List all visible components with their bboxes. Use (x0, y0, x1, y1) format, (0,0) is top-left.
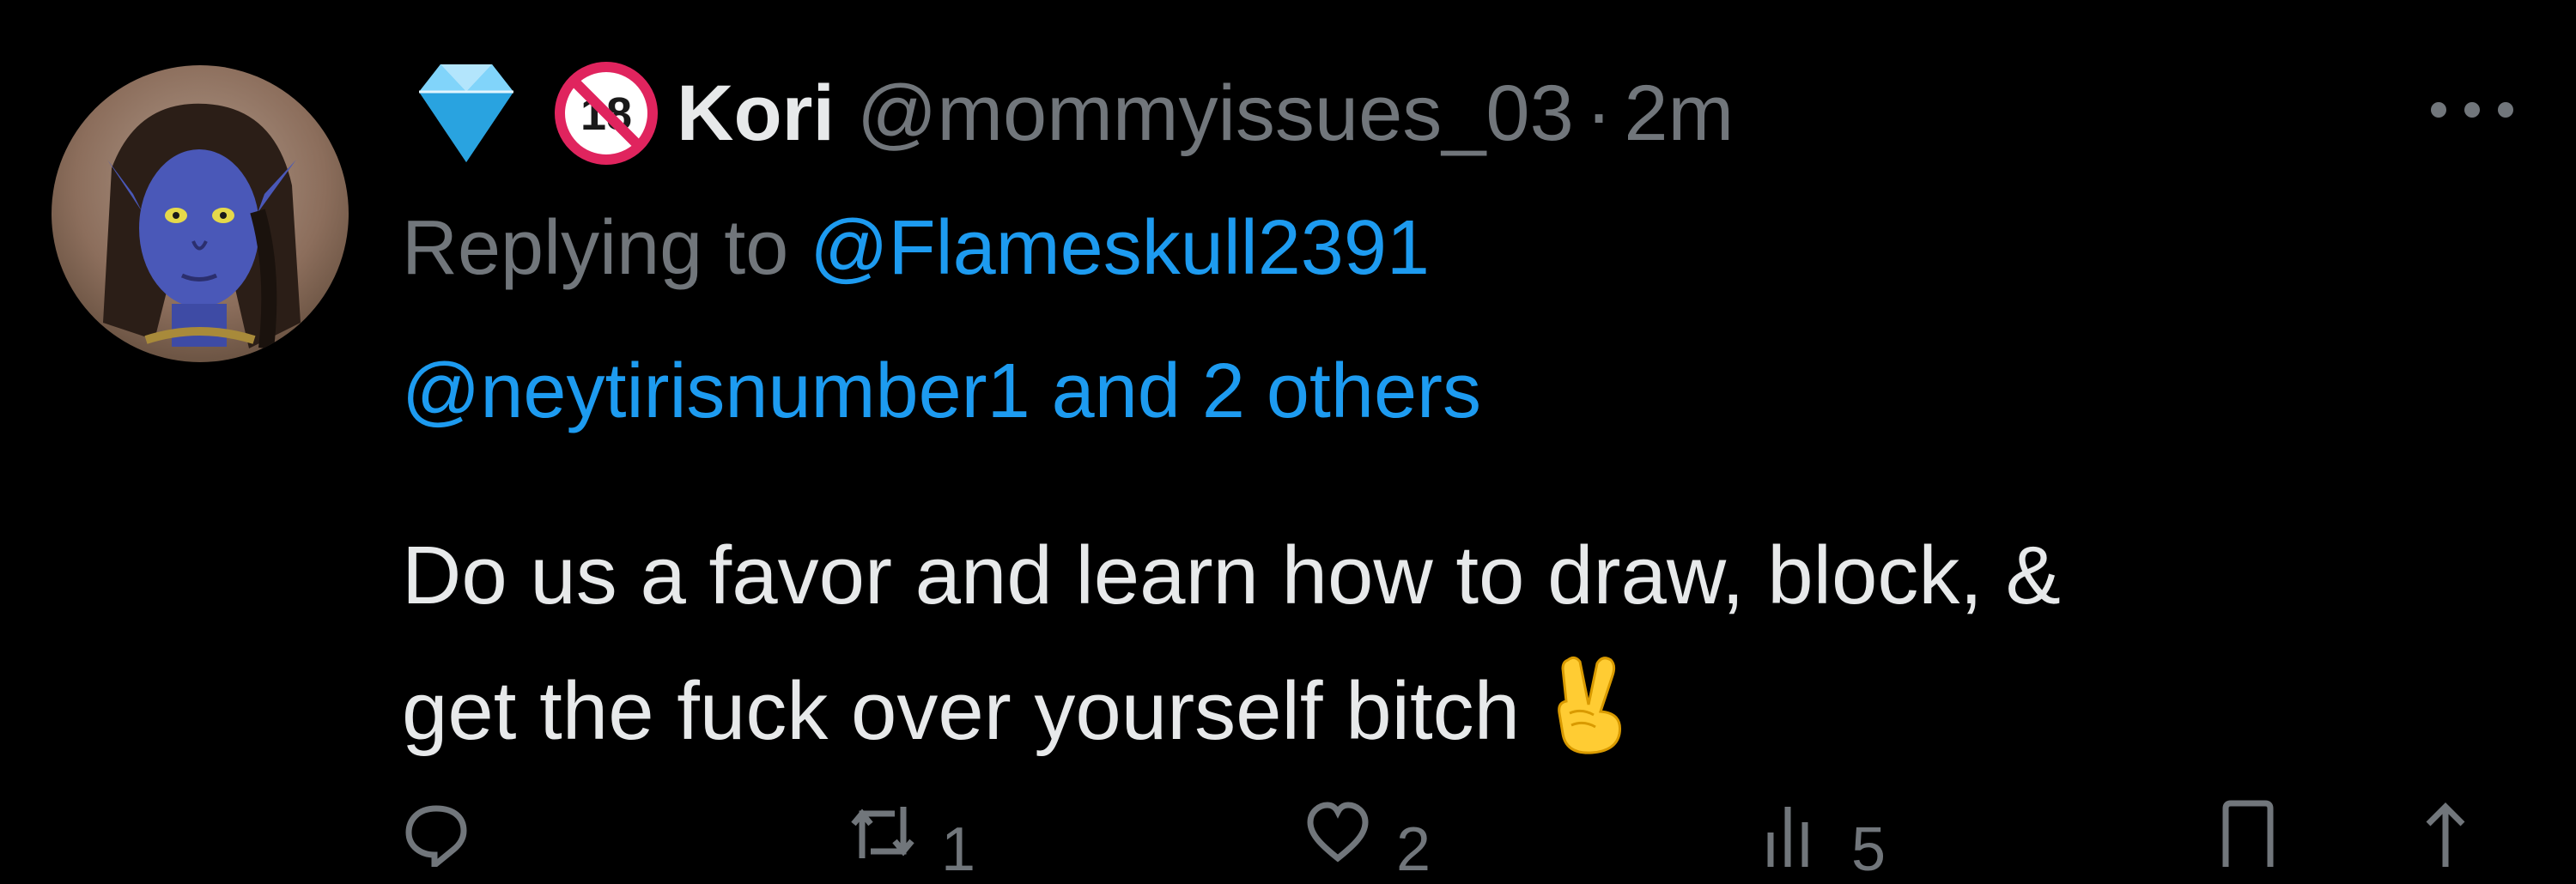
views-count: 5 (1851, 815, 1886, 884)
mention-others-link[interactable]: @neytirisnumber1 and 2 others (402, 348, 1481, 434)
more-options-icon[interactable] (2425, 93, 2519, 127)
bookmark-button[interactable] (2214, 798, 2282, 867)
user-handle[interactable]: @mommyissues_03 (857, 69, 1574, 159)
views-button[interactable]: 5 (1759, 798, 1886, 881)
victory-hand-icon (1544, 651, 1638, 754)
retweet-icon (848, 798, 917, 867)
action-bar: 1 2 5 (402, 798, 2488, 881)
no-under-18-icon: 18 (555, 62, 658, 165)
replying-to-others: @neytirisnumber1 and 2 others (402, 348, 1481, 436)
tweet-text: Do us a favor and learn how to draw, blo… (402, 508, 2480, 779)
timestamp[interactable]: 2m (1624, 69, 1734, 159)
heart-icon (1303, 798, 1372, 867)
reply-icon (402, 798, 471, 867)
tweet-header: 18 Kori @mommyissues_03 · 2m (402, 53, 1734, 173)
tweet-text-line: Do us a favor and learn how to draw, blo… (402, 530, 2061, 621)
like-count: 2 (1396, 815, 1431, 884)
retweet-button[interactable]: 1 (848, 798, 975, 881)
display-name[interactable]: Kori (677, 69, 835, 159)
share-button[interactable] (2411, 798, 2480, 867)
tweet-text-line-content: get the fuck over yourself bitch (402, 665, 1520, 757)
replying-to-line: Replying to @Flameskull2391 (402, 204, 1430, 293)
mention-link[interactable]: @Flameskull2391 (810, 205, 1430, 291)
reply-button[interactable] (402, 798, 495, 867)
replying-to-label: Replying to (402, 205, 789, 291)
separator-dot: · (1585, 69, 1613, 157)
share-icon (2411, 798, 2480, 867)
bookmark-icon (2214, 798, 2282, 867)
avatar[interactable] (52, 65, 349, 362)
retweet-count: 1 (941, 815, 976, 884)
tweet-text-line: get the fuck over yourself bitch (402, 644, 2480, 779)
views-icon (1759, 798, 1827, 867)
diamond-icon (402, 58, 531, 169)
like-button[interactable]: 2 (1303, 798, 1431, 881)
